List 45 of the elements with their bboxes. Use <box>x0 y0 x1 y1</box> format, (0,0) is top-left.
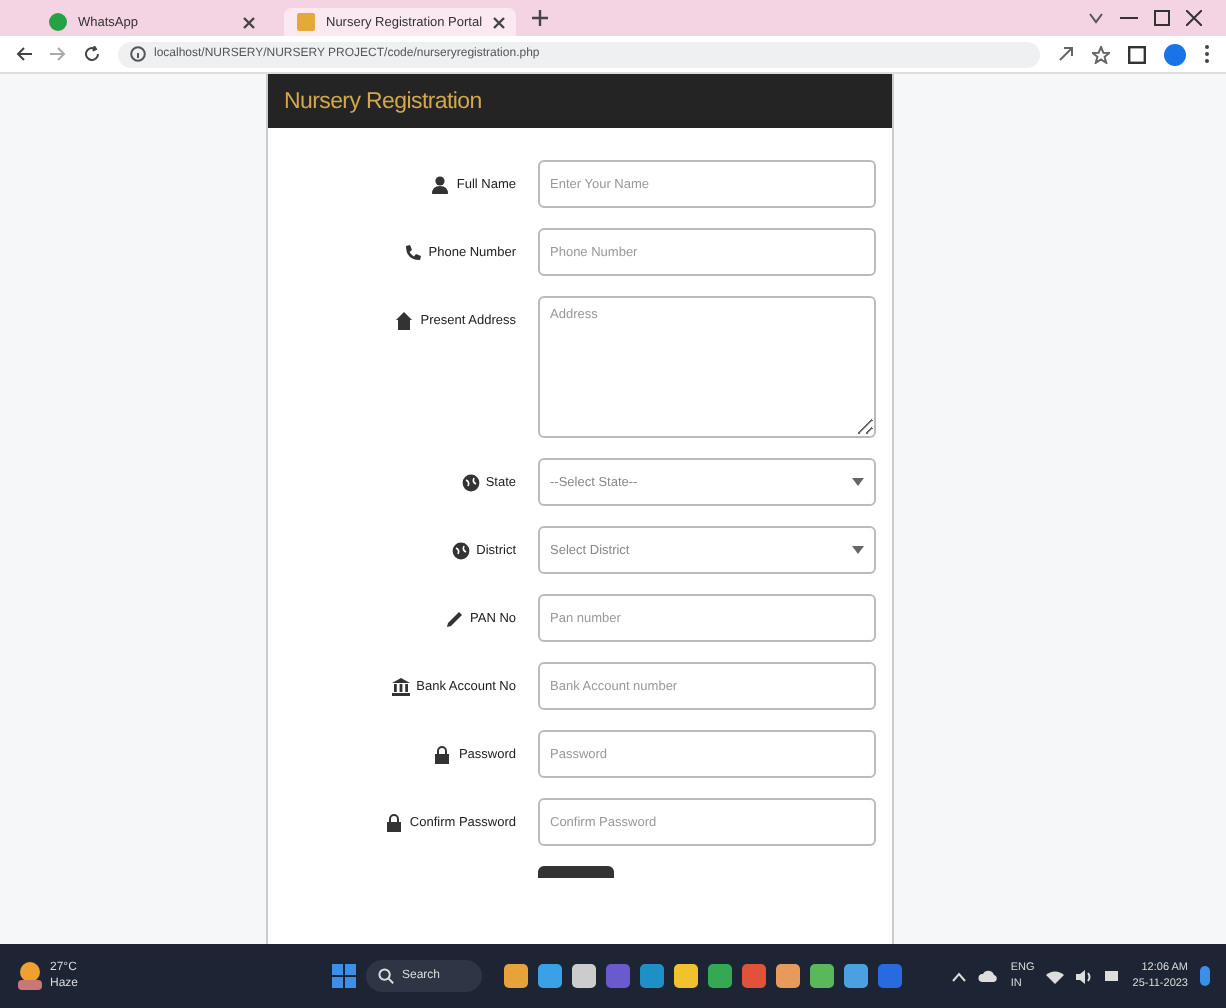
wifi-icon[interactable] <box>1046 969 1065 983</box>
phone-icon <box>404 243 423 261</box>
avatar-icon[interactable] <box>1164 43 1186 65</box>
house-icon <box>396 311 415 329</box>
app-icon[interactable] <box>538 964 562 988</box>
back-icon[interactable] <box>16 46 32 62</box>
close-icon[interactable] <box>492 15 507 29</box>
app-icon[interactable] <box>810 964 834 988</box>
app-icon[interactable] <box>674 964 698 988</box>
app-icon[interactable] <box>844 964 868 988</box>
more-icon[interactable] <box>1204 44 1210 64</box>
app-icon[interactable] <box>708 964 732 988</box>
user-icon <box>432 175 451 193</box>
weather-icon[interactable] <box>16 960 44 992</box>
maximize-icon[interactable] <box>1154 10 1170 26</box>
volume-icon[interactable] <box>1076 969 1093 983</box>
share-icon[interactable] <box>1058 46 1074 62</box>
new-tab-icon[interactable] <box>532 10 548 26</box>
caret-icon <box>852 546 864 554</box>
notification-icon[interactable] <box>1200 966 1210 986</box>
app-icon[interactable] <box>640 964 664 988</box>
lock-icon <box>385 813 404 831</box>
close-icon[interactable] <box>242 15 256 29</box>
search-icon <box>378 968 394 984</box>
pencil-icon <box>446 609 464 627</box>
app-icon[interactable] <box>742 964 766 988</box>
sidebar-icon[interactable] <box>1128 45 1146 63</box>
info-icon <box>130 46 146 62</box>
tab-search-icon[interactable] <box>1088 10 1104 26</box>
cloud-icon[interactable] <box>978 970 999 982</box>
app-icon[interactable] <box>572 964 596 988</box>
app-icon[interactable] <box>776 964 800 988</box>
bank-icon <box>392 677 411 695</box>
form-title: Nursery Registration <box>284 89 482 113</box>
star-icon[interactable] <box>1092 45 1110 63</box>
battery-icon[interactable] <box>1104 970 1121 982</box>
reload-icon[interactable] <box>84 46 100 62</box>
close-icon[interactable] <box>1186 10 1202 26</box>
caret-icon <box>852 478 864 486</box>
start-icon[interactable] <box>332 964 356 988</box>
lock-icon <box>434 745 453 763</box>
chat-icon <box>48 12 68 32</box>
chevron-icon[interactable] <box>952 971 967 981</box>
app-icon[interactable] <box>504 964 528 988</box>
page-icon <box>296 12 316 32</box>
